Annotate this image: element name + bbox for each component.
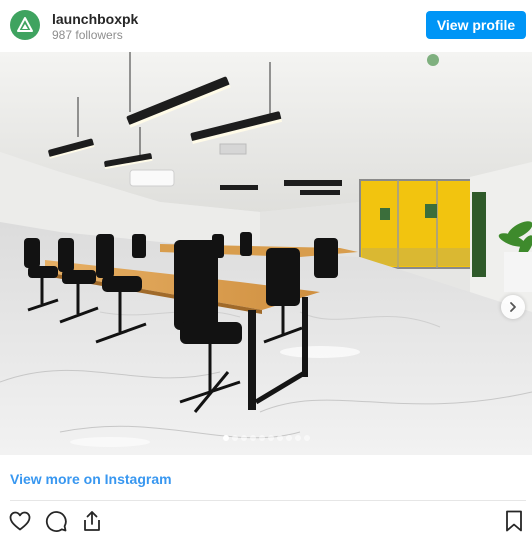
- post-photo[interactable]: [0, 52, 532, 455]
- carousel-dot: [231, 435, 238, 441]
- carousel-next-button[interactable]: [501, 295, 525, 319]
- carousel-dot: [267, 435, 274, 441]
- share-button[interactable]: [79, 508, 105, 534]
- view-profile-button[interactable]: View profile: [426, 11, 526, 39]
- avatar[interactable]: [10, 10, 40, 40]
- bookmark-icon: [506, 510, 522, 532]
- heart-icon: [9, 511, 31, 531]
- like-button[interactable]: [7, 508, 33, 534]
- share-icon: [84, 511, 100, 531]
- carousel-indicator: [0, 435, 532, 441]
- post-header: launchboxpk 987 followers View profile: [0, 0, 532, 52]
- office-photo-illustration: [0, 52, 532, 455]
- launchbox-logo-icon: [17, 17, 33, 32]
- username[interactable]: launchboxpk: [52, 11, 138, 27]
- carousel-dot: [240, 435, 247, 441]
- comment-icon: [45, 511, 67, 532]
- instagram-embed-card: launchboxpk 987 followers View profile V…: [0, 0, 532, 539]
- comment-button[interactable]: [43, 508, 69, 534]
- carousel-dot: [249, 435, 256, 441]
- view-more-link[interactable]: View more on Instagram: [10, 471, 172, 487]
- action-bar: [0, 508, 532, 534]
- divider: [10, 500, 526, 501]
- chevron-right-icon: [510, 302, 516, 312]
- carousel-dot: [303, 435, 310, 441]
- carousel-dot: [276, 435, 283, 441]
- carousel-dot: [222, 435, 229, 441]
- save-button[interactable]: [501, 508, 527, 534]
- follower-count: 987 followers: [52, 28, 123, 42]
- carousel-dot: [294, 435, 301, 441]
- carousel-dot: [285, 435, 292, 441]
- carousel-dot: [258, 435, 265, 441]
